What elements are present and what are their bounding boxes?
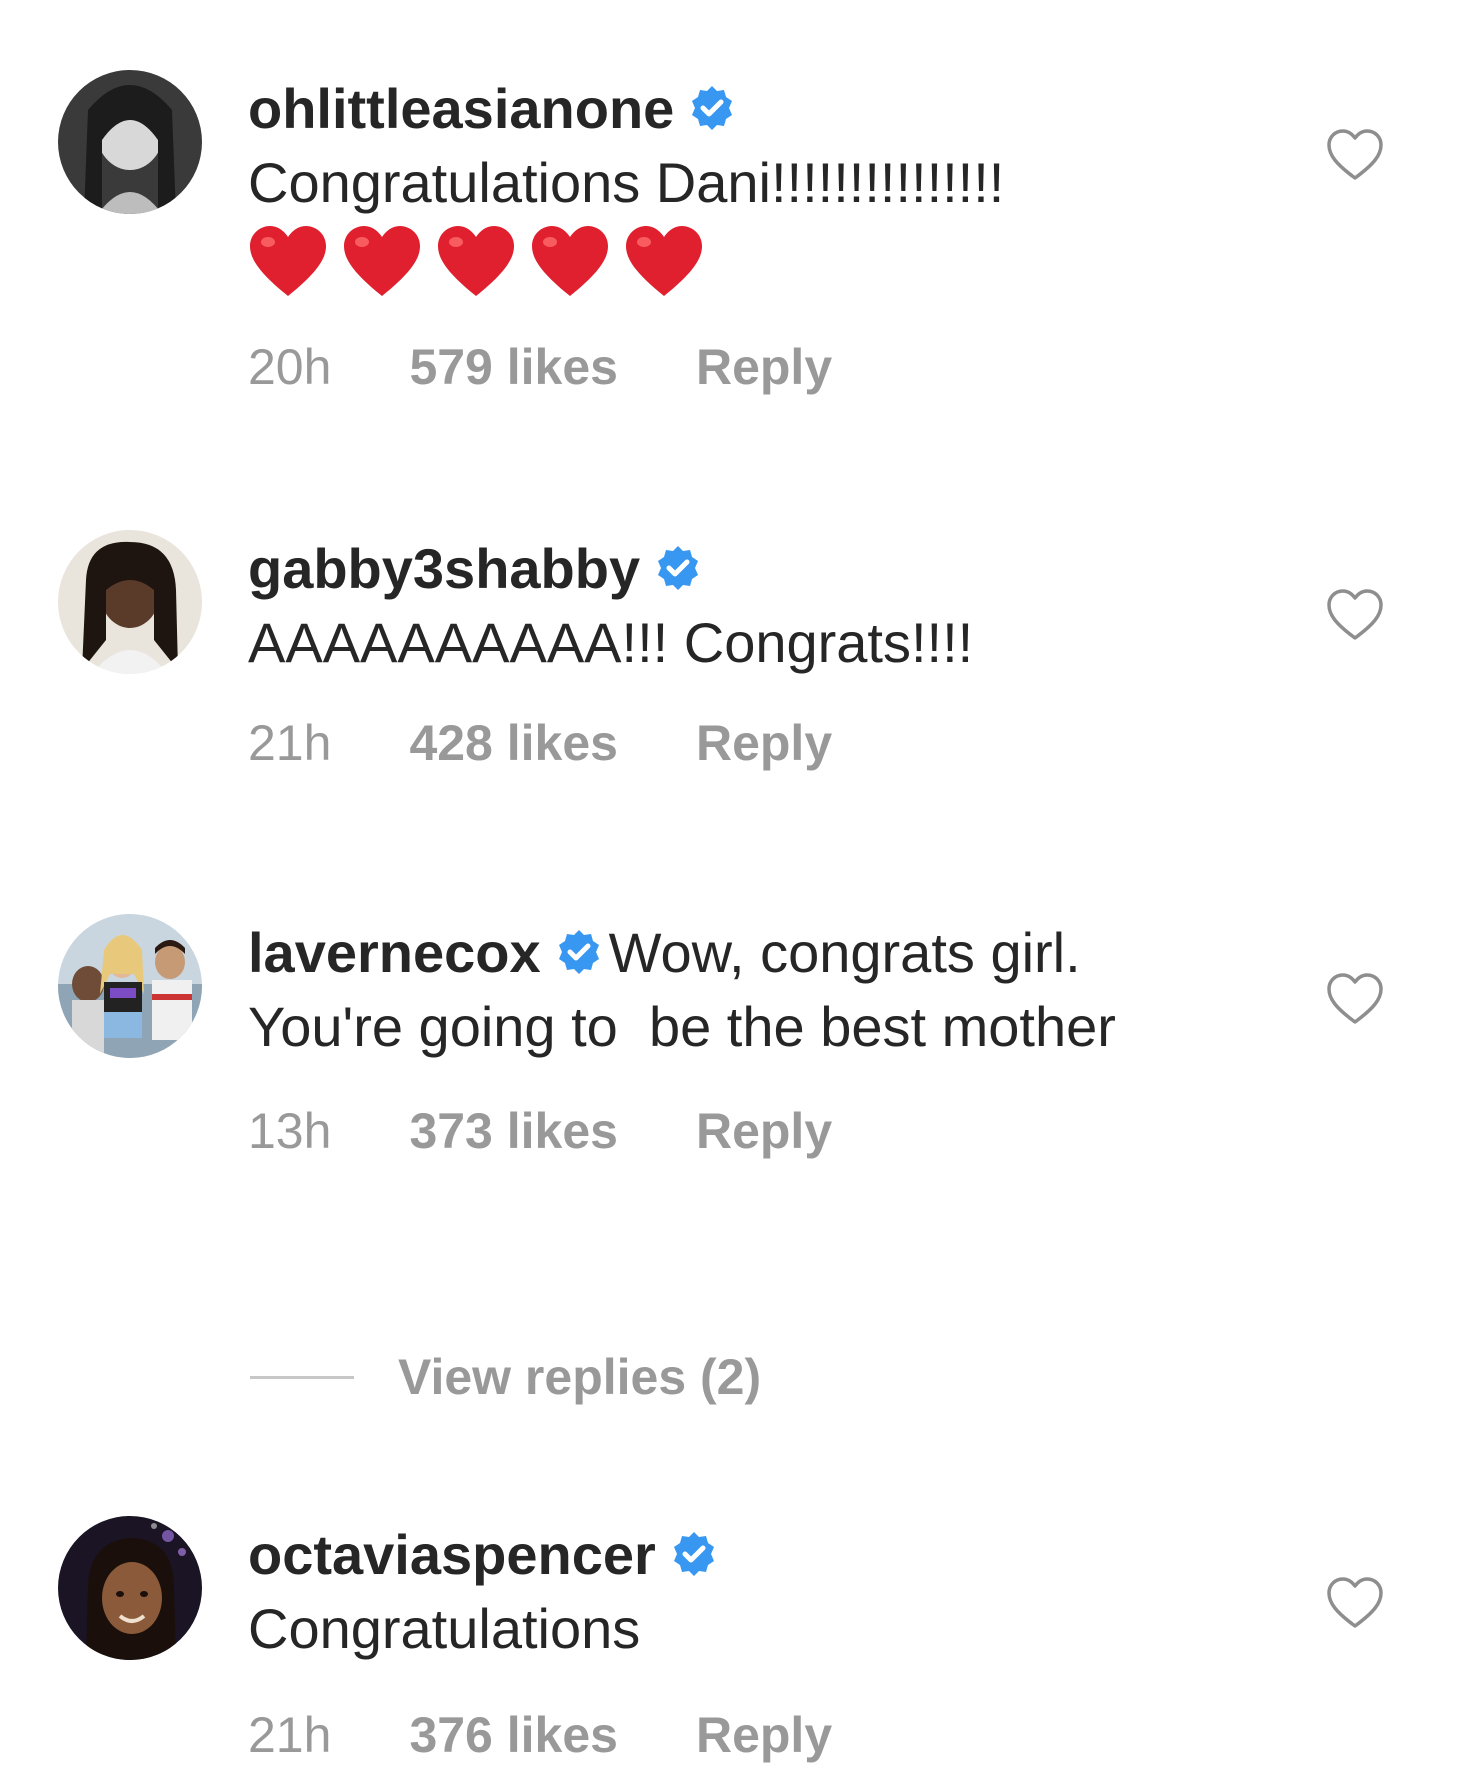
comment-meta: 20h 579 likes Reply [248,338,1228,396]
comment-text-block: octaviaspencer Congratulations [248,1518,1228,1666]
comment-text: AAAAAAAAAA!!! Congrats!!!! [248,611,974,674]
reply-button[interactable]: Reply [696,1102,832,1160]
verified-badge-icon [670,1530,718,1578]
comment-body: lavernecox Wow, congrats girl. You're goi… [248,916,1228,1160]
red-heart-emoji-icon [530,224,610,300]
comment-body: gabby3shabby AAAAAAAAAA!!! Congrats!!!! 2… [248,532,1228,772]
username[interactable]: ohlittleasianone [248,77,674,140]
reply-button[interactable]: Reply [696,714,832,772]
heart-outline-icon[interactable] [1326,588,1384,642]
reply-button[interactable]: Reply [696,1706,832,1764]
comment-text: Congratulations [248,1597,641,1660]
comment-time: 13h [248,1103,332,1159]
avatar[interactable] [58,914,202,1058]
emoji-row [248,224,1228,302]
red-heart-emoji-icon [436,224,516,300]
avatar[interactable] [58,70,202,214]
comment-body: ohlittleasianone Congratulations Dani!!!!… [248,72,1228,396]
comment-likes[interactable]: 373 likes [409,1102,618,1160]
view-replies-label: View replies (2) [398,1349,762,1405]
comment-meta: 21h 428 likes Reply [248,714,1228,772]
heart-outline-icon[interactable] [1326,972,1384,1026]
comment-time: 21h [248,1707,332,1763]
view-replies-button[interactable]: View replies (2) [250,1348,761,1406]
comment-text-block: gabby3shabby AAAAAAAAAA!!! Congrats!!!! [248,532,1228,680]
comment-meta: 13h 373 likes Reply [248,1102,1228,1160]
username[interactable]: gabby3shabby [248,537,640,600]
avatar[interactable] [58,1516,202,1660]
comment-text-block: ohlittleasianone Congratulations Dani!!!!… [248,72,1228,220]
comment-time: 20h [248,339,332,395]
verified-badge-icon [555,928,603,976]
red-heart-emoji-icon [342,224,422,300]
heart-outline-icon[interactable] [1326,1576,1384,1630]
comment-time: 21h [248,715,332,771]
comment-text: Congratulations Dani!!!!!!!!!!!!!!! [248,151,1005,214]
comment-meta: 21h 376 likes Reply [248,1706,1228,1764]
avatar[interactable] [58,530,202,674]
red-heart-emoji-icon [624,224,704,300]
comment-text-block: lavernecox Wow, congrats girl. You're goi… [248,916,1228,1064]
red-heart-emoji-icon [248,224,328,300]
comment-likes[interactable]: 428 likes [409,714,618,772]
comment-likes[interactable]: 579 likes [409,338,618,396]
username[interactable]: lavernecox [248,921,541,984]
comment-body: octaviaspencer Congratulations 21h 376 li… [248,1518,1228,1764]
heart-outline-icon[interactable] [1326,128,1384,182]
view-replies-divider [250,1375,354,1379]
verified-badge-icon [688,84,736,132]
username[interactable]: octaviaspencer [248,1523,656,1586]
verified-badge-icon [654,544,702,592]
comment-likes[interactable]: 376 likes [409,1706,618,1764]
reply-button[interactable]: Reply [696,338,832,396]
